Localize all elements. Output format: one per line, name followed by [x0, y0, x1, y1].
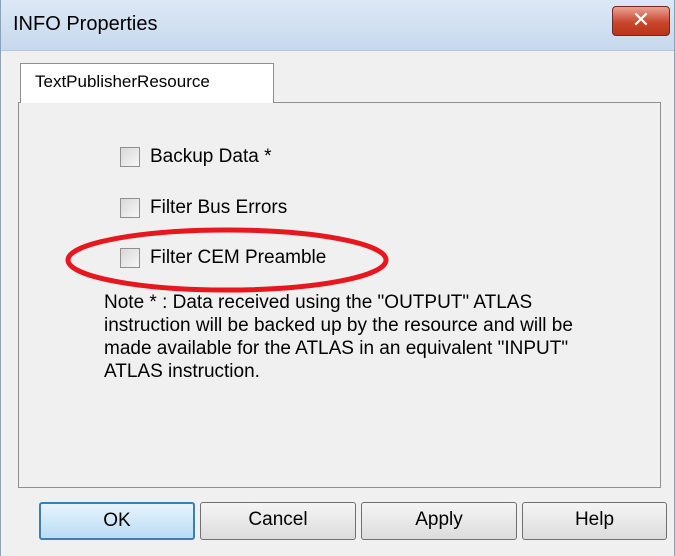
backup-note: Note * : Data received using the "OUTPUT…: [104, 292, 573, 382]
title-bar[interactable]: INFO Properties ✕: [1, 0, 674, 51]
backup-data-label: Backup Data *: [150, 146, 272, 167]
close-icon: ✕: [631, 8, 651, 33]
tab-label: TextPublisherResource: [35, 72, 210, 91]
cancel-button[interactable]: Cancel: [200, 502, 356, 540]
apply-button[interactable]: Apply: [361, 502, 517, 540]
window-title: INFO Properties: [13, 13, 158, 35]
filter-bus-errors-label: Filter Bus Errors: [150, 197, 288, 218]
help-button[interactable]: Help: [522, 502, 667, 540]
tab-panel: Backup Data * Filter Bus Errors Filter C…: [18, 102, 661, 488]
filter-cem-preamble-label: Filter CEM Preamble: [150, 247, 327, 268]
close-button[interactable]: ✕: [612, 6, 670, 36]
backup-data-checkbox[interactable]: [120, 147, 140, 167]
tab-textpublisherresource[interactable]: TextPublisherResource: [20, 63, 274, 103]
filter-bus-errors-checkbox[interactable]: [120, 198, 140, 218]
filter-cem-preamble-checkbox[interactable]: [120, 248, 140, 268]
ok-button[interactable]: OK: [39, 502, 195, 540]
info-properties-dialog: INFO Properties ✕ TextPublisherResource …: [0, 0, 675, 556]
